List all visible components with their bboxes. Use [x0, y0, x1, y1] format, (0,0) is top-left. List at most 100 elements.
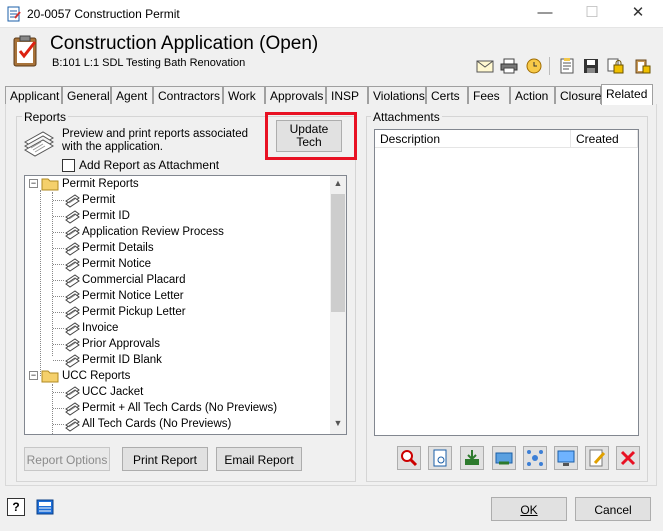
report-icon: [65, 258, 80, 272]
minimize-button[interactable]: —: [522, 0, 568, 28]
attachments-list[interactable]: Description Created: [374, 129, 639, 436]
collapse-icon[interactable]: −: [29, 179, 38, 188]
delete-attachment-button[interactable]: [616, 446, 640, 470]
report-tree-scrollbar[interactable]: ▲ ▼: [330, 176, 346, 434]
tree-report-label: Permit Details: [82, 242, 154, 254]
report-stack-icon: [24, 131, 54, 157]
report-icon: [65, 194, 80, 208]
printer-icon[interactable]: [500, 58, 518, 74]
clipboard-lock-icon[interactable]: [634, 58, 652, 74]
tree-report-label: Prior Approvals: [82, 338, 160, 350]
tab-closure[interactable]: Closure: [555, 86, 601, 104]
clock-icon[interactable]: [525, 58, 543, 74]
tree-connector: [53, 392, 64, 393]
copy-lock-icon[interactable]: [607, 58, 625, 74]
tab-work[interactable]: Work: [223, 86, 265, 104]
tree-connector: [53, 248, 64, 249]
scroll-thumb[interactable]: [331, 194, 345, 312]
tab-related[interactable]: Related: [601, 84, 653, 105]
tree-folder-label: UCC Reports: [62, 370, 131, 382]
tree-folder-label: Permit Reports: [62, 178, 139, 190]
report-icon: [65, 386, 80, 400]
tree-report-label: Application Review Process: [82, 226, 224, 238]
report-icon: [65, 226, 80, 240]
attachments-group-label: Attachments: [371, 110, 442, 124]
cancel-button[interactable]: Cancel: [575, 497, 651, 521]
tab-certs[interactable]: Certs: [426, 86, 468, 104]
magnifier-icon: [401, 450, 418, 467]
tab-action[interactable]: Action: [510, 86, 555, 104]
tab-general[interactable]: General: [62, 86, 111, 104]
tree-report-label: Permit Notice: [82, 258, 152, 270]
tree-connector: [53, 344, 64, 345]
tab-contractors[interactable]: Contractors: [153, 86, 223, 104]
tab-agent[interactable]: Agent: [111, 86, 153, 104]
mail-icon[interactable]: [476, 58, 494, 74]
highlight-box: [265, 112, 357, 160]
tree-connector: [53, 232, 64, 233]
report-icon: [65, 242, 80, 256]
import-attachment-button[interactable]: [460, 446, 484, 470]
column-header-created[interactable]: Created: [571, 130, 638, 148]
tree-report-label: Permit ID: [82, 210, 130, 222]
page-subtitle: B:101 L:1 SDL Testing Bath Renovation: [52, 57, 246, 69]
report-icon: [65, 306, 80, 320]
email-report-button[interactable]: Email Report: [216, 447, 302, 471]
report-tree-viewport: − Permit Reports Permit Permit ID Applicat…: [25, 176, 331, 434]
tree-connector: [53, 216, 64, 217]
tree-connector: [53, 280, 64, 281]
report-tree[interactable]: − Permit Reports Permit Permit ID Applicat…: [24, 175, 347, 435]
page-title: Construction Application (Open): [50, 33, 319, 54]
maximize-button[interactable]: ☐: [569, 0, 615, 28]
reports-description: Preview and print reports associated wit…: [62, 128, 249, 153]
scan-attachment-button[interactable]: [492, 446, 516, 470]
report-icon: [65, 338, 80, 352]
close-window-button[interactable]: ✕: [615, 0, 661, 28]
ok-button[interactable]: OK: [491, 497, 567, 521]
tab-insp[interactable]: INSP: [326, 86, 368, 104]
tree-connector: [40, 190, 41, 376]
add-report-attachment-label: Add Report as Attachment: [79, 158, 220, 172]
clipboard-check-icon: [13, 35, 37, 67]
tree-report-label: Commercial Placard: [82, 274, 186, 286]
tab-fees[interactable]: Fees: [468, 86, 510, 104]
report-icon: [65, 274, 80, 288]
ok-label: OK: [520, 503, 538, 517]
tree-report-label: Permit Pickup Letter: [82, 306, 186, 318]
calculator-icon[interactable]: [36, 499, 54, 515]
tree-connector: [53, 296, 64, 297]
tab-applicant[interactable]: Applicant: [5, 86, 62, 104]
tree-report-label: Permit: [82, 194, 116, 206]
add-report-attachment-checkbox[interactable]: [62, 159, 75, 172]
report-options-button[interactable]: Report Options: [24, 447, 110, 471]
window-title: 20-0057 Construction Permit: [27, 7, 180, 21]
tab-approvals[interactable]: Approvals: [265, 86, 326, 104]
notes-icon[interactable]: [558, 58, 576, 74]
report-icon: [65, 418, 80, 432]
search-attachment-button[interactable]: [397, 446, 421, 470]
collapse-icon[interactable]: −: [29, 371, 38, 380]
delete-x-icon: [620, 450, 636, 466]
save-icon[interactable]: [582, 58, 600, 74]
screen-capture-button[interactable]: [554, 446, 578, 470]
folder-icon: [41, 178, 59, 191]
edit-attachment-button[interactable]: [585, 446, 609, 470]
report-icon: [65, 322, 80, 336]
tree-connector: [53, 312, 64, 313]
tree-connector: [53, 200, 64, 201]
column-header-description[interactable]: Description: [375, 130, 571, 148]
monitor-icon: [557, 450, 575, 466]
tab-violations[interactable]: Violations: [368, 86, 426, 104]
scanner-icon: [495, 452, 513, 465]
print-report-button[interactable]: Print Report: [122, 447, 208, 471]
scroll-up-arrow-icon[interactable]: ▲: [330, 178, 346, 192]
edit-note-icon: [589, 449, 606, 467]
help-icon[interactable]: ?: [7, 498, 25, 516]
app-icon: [7, 6, 21, 22]
tree-report-label: All Tech Cards (No Previews): [82, 418, 232, 430]
tree-connector: [53, 360, 64, 361]
title-bar: 20-0057 Construction Permit — ☐ ✕: [0, 0, 663, 28]
preview-attachment-button[interactable]: [428, 446, 452, 470]
link-attachment-button[interactable]: [523, 446, 547, 470]
scroll-down-arrow-icon[interactable]: ▼: [330, 418, 346, 432]
